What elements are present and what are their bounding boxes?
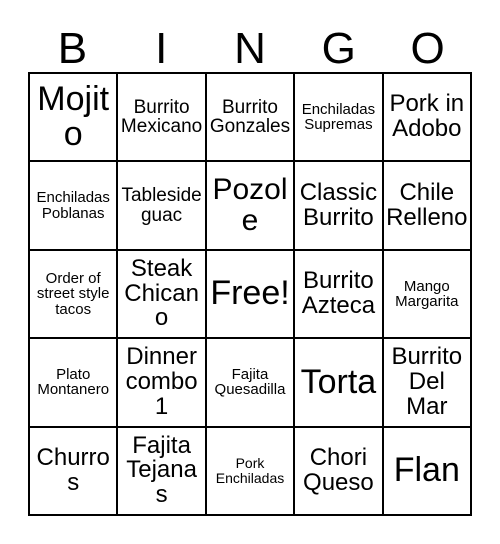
bingo-cell[interactable]: Steak Chicano xyxy=(118,250,207,340)
bingo-cell[interactable]: Torta xyxy=(295,339,384,428)
bingo-card: B I N G O Mojito Burrito Mexicano Burrito Gonz… xyxy=(0,0,500,544)
bingo-cell-label: Pork Enchiladas xyxy=(215,455,285,486)
bingo-header-row: BINGO xyxy=(28,17,472,72)
bingo-cell-label: Pozole xyxy=(212,172,288,237)
bingo-cell[interactable]: Enchiladas Poblanas xyxy=(30,162,119,251)
bingo-cell[interactable]: Burrito Del Mar xyxy=(383,339,472,428)
bingo-header-letter-b: B xyxy=(57,24,88,73)
bingo-cell[interactable]: Enchiladas Supremas xyxy=(295,74,384,163)
bingo-cell-label: Dinner combo 1 xyxy=(125,343,198,420)
bingo-cell[interactable]: Pork Enchiladas xyxy=(206,427,296,516)
bingo-cell-label: Enchiladas Supremas xyxy=(301,100,376,134)
bingo-cell-label: Chile Relleno xyxy=(386,178,468,231)
bingo-header-letter-o: O xyxy=(410,24,445,73)
bingo-cell[interactable]: Burrito Mexicano xyxy=(118,74,207,163)
bingo-cell[interactable]: Chori Queso xyxy=(295,427,384,516)
bingo-cell-label: Churros xyxy=(36,444,110,496)
bingo-cell[interactable]: Burrito Azteca xyxy=(295,250,384,340)
bingo-header-letter-n: N xyxy=(234,24,266,73)
bingo-cell[interactable]: Fajita Tejanas xyxy=(118,427,207,516)
bingo-cell-label: Mojito xyxy=(37,80,110,154)
bingo-header-letter-i: I xyxy=(155,24,168,73)
bingo-cell-label: Pork in Adobo xyxy=(389,90,465,143)
bingo-grid: Mojito Burrito Mexicano Burrito Gonzales En… xyxy=(28,72,472,516)
bingo-cell-label: Flan xyxy=(393,451,460,490)
bingo-cell[interactable]: Churros xyxy=(30,427,119,516)
bingo-cell-label: Burrito Mexicano xyxy=(120,96,203,138)
bingo-cell[interactable]: Burrito Gonzales xyxy=(206,74,296,163)
bingo-header-letter-g: G xyxy=(321,24,356,73)
bingo-cell[interactable]: Mango Margarita xyxy=(383,250,472,340)
bingo-cell[interactable]: Fajita Quesadilla xyxy=(206,339,296,428)
bingo-cell-label: Classic Burrito xyxy=(299,178,378,231)
bingo-cell-label: Fajita Tejanas xyxy=(126,431,197,509)
bingo-cell-label: Torta xyxy=(300,362,377,401)
bingo-cell[interactable]: Tableside guac xyxy=(118,162,207,251)
bingo-cell[interactable]: Mojito xyxy=(30,74,119,163)
bingo-cell-label: Steak Chicano xyxy=(124,254,199,332)
bingo-cell-label: Free! xyxy=(210,274,290,313)
bingo-cell-label: Mango Margarita xyxy=(395,277,459,310)
bingo-cell[interactable]: Flan xyxy=(383,427,472,516)
bingo-cell-label: Burrito Gonzales xyxy=(209,96,291,138)
bingo-cell[interactable]: Chile Relleno xyxy=(383,162,472,251)
bingo-cell-label: Enchiladas Poblanas xyxy=(36,189,110,222)
bingo-cell-label: Plato Montanero xyxy=(37,365,110,399)
bingo-cell[interactable]: Dinner combo 1 xyxy=(118,339,207,428)
bingo-cell[interactable]: Pozole xyxy=(206,162,296,251)
bingo-cell[interactable]: Classic Burrito xyxy=(295,162,384,251)
bingo-cell[interactable]: Order of street style tacos xyxy=(30,250,119,340)
bingo-cell[interactable]: Plato Montanero xyxy=(30,339,119,428)
bingo-cell[interactable]: Pork in Adobo xyxy=(383,74,472,163)
bingo-cell-label: Fajita Quesadilla xyxy=(214,365,286,399)
bingo-cell-label: Burrito Del Mar xyxy=(391,343,463,420)
bingo-free-cell[interactable]: Free! xyxy=(206,250,296,340)
bingo-cell-label: Order of street style tacos xyxy=(36,269,110,318)
bingo-cell-label: Chori Queso xyxy=(303,444,374,496)
bingo-cell-label: Tableside guac xyxy=(121,185,202,226)
bingo-cell-label: Burrito Azteca xyxy=(301,267,376,319)
